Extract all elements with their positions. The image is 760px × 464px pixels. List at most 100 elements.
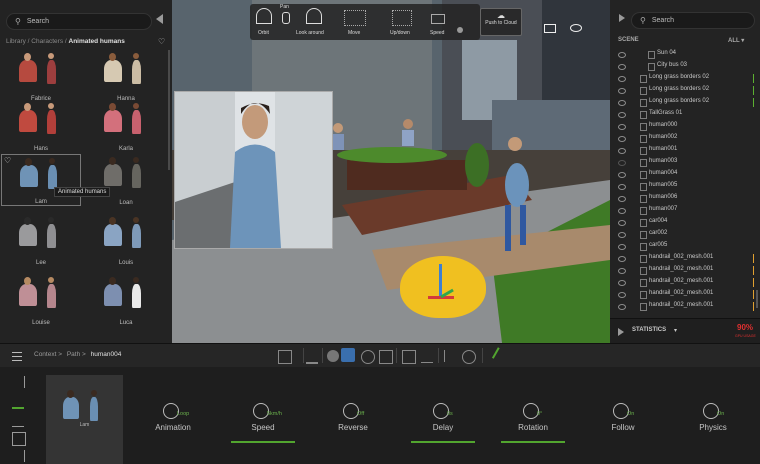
visibility-eye-icon[interactable] (618, 136, 626, 142)
property-animation[interactable]: Loop Animation (133, 367, 213, 464)
enter-icon[interactable] (12, 376, 25, 388)
character-card-louise[interactable]: Louise (1, 274, 81, 326)
visibility-eye-icon[interactable] (618, 148, 626, 154)
breadcrumb-library[interactable]: Library (6, 38, 26, 45)
property-follow[interactable]: On Follow (583, 367, 663, 464)
window-mode-icon[interactable] (544, 24, 556, 33)
scene-item[interactable]: car005 (610, 241, 760, 253)
visibility-eye-icon[interactable] (570, 24, 582, 32)
scene-item[interactable]: City bus 03 (610, 61, 760, 73)
scene-search-input[interactable]: ⚲ Search (631, 12, 755, 29)
scene-item[interactable]: human002 (610, 133, 760, 145)
library-search-input[interactable]: ⚲ Search (6, 13, 152, 30)
scale-tool-icon[interactable] (379, 350, 393, 364)
3d-viewport[interactable]: Orbit Pan Look around Move Up/down Speed… (172, 0, 610, 343)
push-to-cloud-button[interactable]: ☁ Push to Cloud (480, 8, 522, 36)
pan-icon[interactable] (282, 12, 290, 24)
move-tool-icon[interactable] (341, 348, 355, 362)
visibility-eye-icon[interactable] (618, 124, 626, 130)
scene-item[interactable]: handrail_002_mesh.001 (610, 301, 760, 313)
path-mode-icon[interactable] (12, 395, 24, 409)
scene-item[interactable]: Long grass borders 02 (610, 73, 760, 85)
property-speed[interactable]: 5km/h Speed (223, 367, 303, 464)
visibility-eye-icon[interactable] (618, 208, 626, 214)
pen-icon[interactable] (306, 350, 318, 364)
character-card-lam[interactable]: ♡ Lam (1, 154, 81, 206)
cancel-icon[interactable] (327, 350, 339, 362)
visibility-eye-icon[interactable] (618, 112, 626, 118)
visibility-eye-icon[interactable] (618, 184, 626, 190)
scene-item[interactable]: Long grass borders 02 (610, 85, 760, 97)
scene-item[interactable]: handrail_002_mesh.001 (610, 277, 760, 289)
visibility-eye-icon[interactable] (618, 88, 626, 94)
scene-item[interactable]: Sun 04 (610, 49, 760, 61)
hamburger-menu-icon[interactable] (12, 352, 22, 361)
green-path-icon[interactable] (491, 347, 511, 365)
property-physics[interactable]: On Physics (673, 367, 753, 464)
scene-item[interactable]: human006 (610, 193, 760, 205)
scene-item[interactable]: human004 (610, 169, 760, 181)
camera-icon[interactable] (12, 432, 26, 446)
breadcrumb-context[interactable]: Context (34, 351, 56, 358)
updown-keys-icon[interactable] (392, 10, 412, 26)
visibility-eye-icon[interactable] (618, 268, 626, 274)
link-icon[interactable] (12, 414, 24, 427)
visibility-eye-icon[interactable] (618, 64, 626, 70)
orbit-icon[interactable] (256, 8, 272, 24)
visibility-eye-icon[interactable] (618, 160, 626, 166)
visibility-eye-icon[interactable] (618, 244, 626, 250)
scene-item[interactable]: Long grass borders 02 (610, 97, 760, 109)
collapse-panel-icon[interactable] (156, 14, 163, 24)
scene-item[interactable]: TallGrass 01 (610, 109, 760, 121)
settings-dot-icon[interactable] (457, 27, 463, 33)
breadcrumb-object[interactable]: human004 (91, 351, 122, 358)
visibility-eye-icon[interactable] (618, 220, 626, 226)
scene-item[interactable]: human005 (610, 181, 760, 193)
visibility-eye-icon[interactable] (618, 280, 626, 286)
character-card-fabrice[interactable]: Fabrice (1, 50, 81, 102)
rotate-tool-icon[interactable] (361, 350, 375, 364)
path-point-icon[interactable] (444, 350, 457, 362)
snap-icon[interactable] (402, 350, 416, 364)
visibility-eye-icon[interactable] (618, 76, 626, 82)
scene-item[interactable]: human001 (610, 145, 760, 157)
scene-item[interactable]: human007 (610, 205, 760, 217)
visibility-eye-icon[interactable] (618, 52, 626, 58)
property-delay[interactable]: 0s Delay (403, 367, 483, 464)
character-card-karla[interactable]: Karla (86, 100, 166, 152)
character-card-louis[interactable]: Louis (86, 214, 166, 266)
character-card-luca[interactable]: Luca (86, 274, 166, 326)
heart-icon[interactable]: ♡ (4, 156, 11, 165)
layers-icon[interactable] (278, 350, 292, 364)
property-reverse[interactable]: Off Reverse (313, 367, 393, 464)
visibility-eye-icon[interactable] (618, 292, 626, 298)
transform-gizmo[interactable] (400, 256, 486, 318)
speed-icon[interactable] (431, 14, 445, 24)
exit-icon[interactable] (12, 450, 25, 462)
favorite-heart-icon[interactable]: ♡ (158, 37, 165, 46)
character-card-hans[interactable]: Hans (1, 100, 81, 152)
drop-to-ground-icon[interactable] (421, 350, 433, 363)
scene-item[interactable]: human003 (610, 157, 760, 169)
scene-item[interactable]: car002 (610, 229, 760, 241)
character-card-loan[interactable]: Loan (86, 154, 166, 206)
library-scrollbar[interactable] (168, 50, 170, 170)
scene-item[interactable]: handrail_002_mesh.001 (610, 265, 760, 277)
scene-item[interactable]: car004 (610, 217, 760, 229)
statistics-bar[interactable]: STATISTICS ▾ 90% GPU USAGE (610, 318, 760, 344)
visibility-eye-icon[interactable] (618, 172, 626, 178)
pivot-icon[interactable] (462, 350, 476, 364)
move-keys-icon[interactable] (344, 10, 366, 26)
gizmo-axis-up[interactable] (439, 264, 442, 298)
look-around-icon[interactable] (306, 8, 322, 24)
filter-dropdown[interactable]: ALL ▾ (728, 37, 744, 44)
camera-preview[interactable] (174, 91, 333, 249)
character-card-lee[interactable]: Lee (1, 214, 81, 266)
property-rotation[interactable]: 0° Rotation (493, 367, 573, 464)
visibility-eye-icon[interactable] (618, 196, 626, 202)
breadcrumb-characters[interactable]: Characters (31, 38, 63, 45)
scene-item[interactable]: human000 (610, 121, 760, 133)
collapse-right-icon[interactable] (619, 14, 625, 22)
visibility-eye-icon[interactable] (618, 232, 626, 238)
visibility-eye-icon[interactable] (618, 304, 626, 310)
